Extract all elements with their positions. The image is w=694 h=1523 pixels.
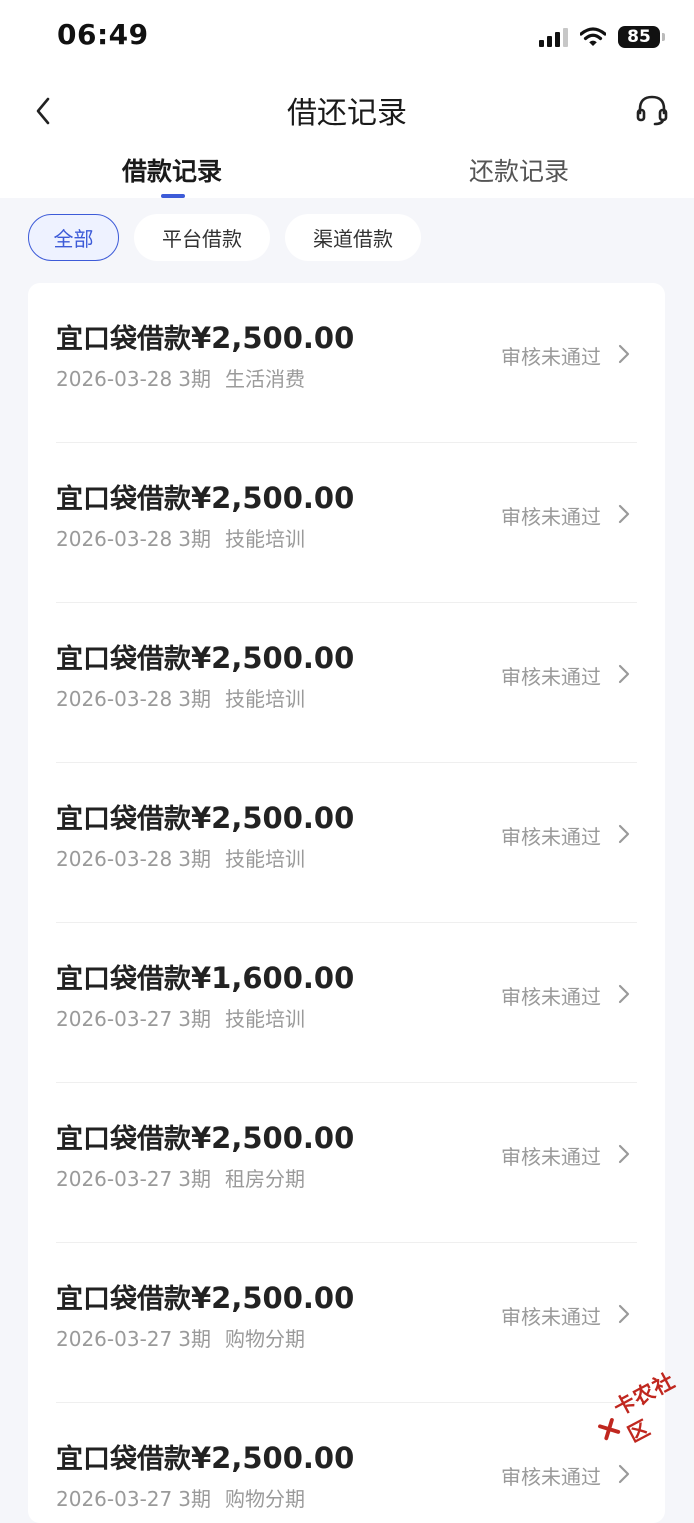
- loan-amount: ¥2,500.00: [191, 1281, 355, 1315]
- loan-purpose: 技能培训: [224, 687, 305, 711]
- active-tab-indicator: [161, 194, 185, 198]
- status-label: 审核未通过: [501, 1305, 601, 1329]
- loan-amount: ¥2,500.00: [191, 1121, 355, 1155]
- record-title: 宜口袋借款¥2,500.00: [56, 797, 354, 836]
- record-title: 宜口袋借款¥1,600.00: [56, 957, 354, 996]
- loan-name: 宜口袋借款: [56, 484, 191, 515]
- wifi-icon: [580, 27, 606, 46]
- record-title: 宜口袋借款¥2,500.00: [56, 1277, 354, 1316]
- loan-purpose: 技能培训: [224, 1007, 305, 1031]
- record-title: 宜口袋借款¥2,500.00: [56, 1437, 354, 1476]
- loan-name: 宜口袋借款: [56, 324, 191, 355]
- status-label: 审核未通过: [501, 505, 601, 529]
- record-details: 2026-03-28 3期 技能培训: [56, 843, 305, 872]
- record-row[interactable]: 宜口袋借款¥2,500.00 2026-03-28 3期 技能培训 审核未通过: [28, 603, 665, 763]
- status-label: 审核未通过: [501, 1145, 601, 1169]
- record-details: 2026-03-27 3期 技能培训: [56, 1003, 305, 1032]
- loan-period: 3期: [178, 527, 211, 551]
- chevron-right-icon: [618, 344, 630, 364]
- record-details: 2026-03-27 3期 购物分期: [56, 1483, 305, 1512]
- record-row[interactable]: 宜口袋借款¥2,500.00 2026-03-27 3期 购物分期 审核未通过: [28, 1243, 665, 1403]
- loan-date: 2026-03-28: [56, 847, 173, 871]
- loan-date: 2026-03-28: [56, 687, 173, 711]
- loan-name: 宜口袋借款: [56, 1444, 191, 1475]
- record-details: 2026-03-28 3期 技能培训: [56, 523, 305, 552]
- loan-purpose: 购物分期: [224, 1327, 305, 1351]
- chevron-right-icon: [618, 1304, 630, 1324]
- filter-channel-loan[interactable]: 渠道借款: [285, 214, 421, 261]
- tab-repay-records[interactable]: 还款记录: [469, 152, 569, 188]
- status-label: 审核未通过: [501, 1465, 601, 1489]
- chevron-right-icon: [618, 1144, 630, 1164]
- record-details: 2026-03-28 3期 生活消费: [56, 363, 305, 392]
- customer-service-button[interactable]: [632, 90, 672, 130]
- loan-date: 2026-03-27: [56, 1167, 173, 1191]
- record-row[interactable]: 宜口袋借款¥1,600.00 2026-03-27 3期 技能培训 审核未通过: [28, 923, 665, 1083]
- loan-name: 宜口袋借款: [56, 1284, 191, 1315]
- loan-date: 2026-03-27: [56, 1007, 173, 1031]
- record-row[interactable]: 宜口袋借款¥2,500.00 2026-03-28 3期 生活消费 审核未通过: [28, 283, 665, 443]
- loan-purpose: 技能培训: [224, 847, 305, 871]
- loan-date: 2026-03-27: [56, 1327, 173, 1351]
- loan-amount: ¥1,600.00: [191, 961, 355, 995]
- loan-name: 宜口袋借款: [56, 644, 191, 675]
- loan-amount: ¥2,500.00: [191, 641, 355, 675]
- loan-period: 3期: [178, 367, 211, 391]
- loan-period: 3期: [178, 847, 211, 871]
- loan-purpose: 购物分期: [224, 1487, 305, 1511]
- record-row[interactable]: 宜口袋借款¥2,500.00 2026-03-28 3期 技能培训 审核未通过: [28, 443, 665, 603]
- loan-period: 3期: [178, 687, 211, 711]
- status-icons: 85: [539, 24, 665, 50]
- loan-name: 宜口袋借款: [56, 964, 191, 995]
- loan-purpose: 技能培训: [224, 527, 305, 551]
- cellular-signal-icon: [539, 27, 568, 47]
- filter-all[interactable]: 全部: [28, 214, 119, 261]
- loan-period: 3期: [178, 1007, 211, 1031]
- record-title: 宜口袋借款¥2,500.00: [56, 1117, 354, 1156]
- loan-date: 2026-03-28: [56, 527, 173, 551]
- status-label: 审核未通过: [501, 985, 601, 1009]
- page-title: 借还记录: [287, 96, 407, 131]
- status-label: 审核未通过: [501, 345, 601, 369]
- chevron-right-icon: [618, 504, 630, 524]
- record-row[interactable]: 宜口袋借款¥2,500.00 2026-03-27 3期 购物分期 审核未通过: [28, 1403, 665, 1523]
- loan-amount: ¥2,500.00: [191, 1441, 355, 1475]
- status-label: 审核未通过: [501, 665, 601, 689]
- loan-name: 宜口袋借款: [56, 804, 191, 835]
- loan-amount: ¥2,500.00: [191, 801, 355, 835]
- loan-period: 3期: [178, 1167, 211, 1191]
- loan-name: 宜口袋借款: [56, 1124, 191, 1155]
- loan-date: 2026-03-27: [56, 1487, 173, 1511]
- tab-borrow-records[interactable]: 借款记录: [122, 152, 222, 188]
- headset-icon: [636, 95, 668, 126]
- loan-period: 3期: [178, 1327, 211, 1351]
- battery-icon: 85: [618, 26, 665, 48]
- records-list: 宜口袋借款¥2,500.00 2026-03-28 3期 生活消费 审核未通过 宜口…: [28, 283, 665, 1523]
- record-details: 2026-03-27 3期 购物分期: [56, 1323, 305, 1352]
- loan-amount: ¥2,500.00: [191, 481, 355, 515]
- filter-platform-loan[interactable]: 平台借款: [134, 214, 270, 261]
- record-row[interactable]: 宜口袋借款¥2,500.00 2026-03-27 3期 租房分期 审核未通过: [28, 1083, 665, 1243]
- chevron-right-icon: [618, 824, 630, 844]
- record-details: 2026-03-28 3期 技能培训: [56, 683, 305, 712]
- record-details: 2026-03-27 3期 租房分期: [56, 1163, 305, 1192]
- record-title: 宜口袋借款¥2,500.00: [56, 317, 354, 356]
- chevron-right-icon: [618, 1464, 630, 1484]
- status-time: 06:49: [57, 18, 149, 51]
- loan-period: 3期: [178, 1487, 211, 1511]
- record-row[interactable]: 宜口袋借款¥2,500.00 2026-03-28 3期 技能培训 审核未通过: [28, 763, 665, 923]
- status-label: 审核未通过: [501, 825, 601, 849]
- loan-date: 2026-03-28: [56, 367, 173, 391]
- record-title: 宜口袋借款¥2,500.00: [56, 477, 354, 516]
- loan-purpose: 租房分期: [224, 1167, 305, 1191]
- chevron-right-icon: [618, 664, 630, 684]
- loan-purpose: 生活消费: [224, 367, 305, 391]
- chevron-right-icon: [618, 984, 630, 1004]
- loan-amount: ¥2,500.00: [191, 321, 355, 355]
- record-title: 宜口袋借款¥2,500.00: [56, 637, 354, 676]
- battery-level: 85: [627, 27, 651, 47]
